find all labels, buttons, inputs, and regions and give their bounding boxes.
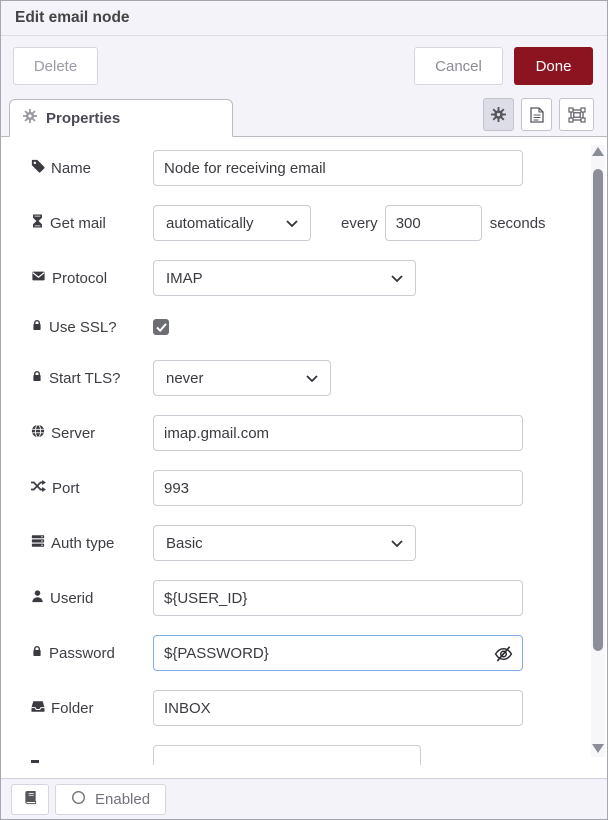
form-row-protocol: Protocol IMAP	[31, 260, 607, 296]
gear-icon	[23, 109, 37, 127]
properties-panel: Name Get mail automatically every second…	[1, 137, 607, 778]
shuffle-icon	[31, 479, 46, 497]
password-field-wrapper	[153, 635, 523, 671]
every-label: every	[341, 215, 378, 232]
server-icon	[31, 534, 45, 552]
protocol-select[interactable]: IMAP	[153, 260, 416, 296]
circle-icon	[71, 790, 86, 809]
password-input[interactable]	[153, 635, 523, 671]
eye-slash-icon[interactable]	[494, 645, 513, 662]
tag-icon	[31, 159, 45, 177]
form-row-authtype: Auth type Basic	[31, 525, 607, 561]
chevron-down-icon	[306, 375, 318, 382]
folder-input[interactable]	[153, 690, 523, 726]
delete-button[interactable]: Delete	[13, 47, 98, 85]
edit-email-node-dialog: Edit email node Delete Cancel Done Prope…	[0, 0, 608, 820]
user-icon	[31, 589, 44, 607]
getmail-select[interactable]: automatically	[153, 205, 311, 241]
inbox-icon	[31, 700, 45, 717]
docs-button[interactable]	[11, 784, 49, 815]
partial-label-icon	[31, 760, 39, 763]
scrollbar[interactable]	[591, 145, 605, 757]
getmail-label: Get mail	[31, 214, 153, 232]
book-icon	[23, 790, 38, 809]
port-input[interactable]	[153, 470, 523, 506]
usessl-checkbox[interactable]	[153, 319, 169, 335]
form-row-getmail: Get mail automatically every seconds	[31, 205, 607, 241]
scrollbar-thumb[interactable]	[593, 169, 603, 651]
authtype-select[interactable]: Basic	[153, 525, 416, 561]
lock-icon	[31, 369, 43, 387]
action-bar: Delete Cancel Done	[1, 36, 607, 96]
envelope-icon	[31, 269, 46, 287]
port-label: Port	[31, 479, 153, 497]
form-row-port: Port	[31, 470, 607, 506]
form-row-usessl: Use SSL?	[31, 315, 607, 339]
userid-label: Userid	[31, 589, 153, 607]
scroll-down-arrow-icon[interactable]	[592, 744, 604, 753]
lock-icon	[31, 318, 43, 336]
starttls-select[interactable]: never	[153, 360, 331, 396]
node-appearance-button[interactable]	[559, 98, 594, 131]
dialog-title: Edit email node	[15, 9, 130, 27]
enabled-label: Enabled	[95, 791, 150, 808]
server-label: Server	[31, 424, 153, 442]
lock-icon	[31, 644, 43, 662]
form-scroll-area: Name Get mail automatically every second…	[1, 137, 607, 765]
protocol-label: Protocol	[31, 269, 153, 287]
form-row-password: Password	[31, 635, 607, 671]
enabled-toggle-button[interactable]: Enabled	[55, 784, 166, 815]
form-row-partial	[31, 745, 607, 765]
password-label: Password	[31, 644, 153, 662]
form-row-server: Server	[31, 415, 607, 451]
properties-gear-button[interactable]	[483, 98, 514, 131]
chevron-down-icon	[286, 220, 298, 227]
form-row-userid: Userid	[31, 580, 607, 616]
interval-input[interactable]	[385, 205, 482, 241]
tab-bar: Properties	[1, 96, 607, 137]
folder-label: Folder	[31, 700, 153, 717]
globe-icon	[31, 424, 45, 442]
starttls-label: Start TLS?	[31, 369, 153, 387]
seconds-label: seconds	[490, 215, 546, 232]
done-button[interactable]: Done	[514, 47, 593, 85]
dialog-header: Edit email node	[1, 1, 607, 36]
usessl-label: Use SSL?	[31, 318, 153, 336]
server-input[interactable]	[153, 415, 523, 451]
form-row-name: Name	[31, 150, 607, 186]
hourglass-icon	[31, 214, 44, 232]
partial-input[interactable]	[153, 745, 421, 765]
tab-toolbar	[483, 98, 594, 131]
form-row-folder: Folder	[31, 690, 607, 726]
scroll-up-arrow-icon[interactable]	[592, 147, 604, 156]
footer-bar: Enabled	[1, 778, 607, 819]
userid-input[interactable]	[153, 580, 523, 616]
chevron-down-icon	[391, 275, 403, 282]
chevron-down-icon	[391, 540, 403, 547]
cancel-button[interactable]: Cancel	[414, 47, 503, 85]
form-row-starttls: Start TLS? never	[31, 360, 607, 396]
name-input[interactable]	[153, 150, 523, 186]
description-file-button[interactable]	[521, 98, 552, 131]
tab-properties-label: Properties	[46, 110, 120, 127]
name-label: Name	[31, 159, 153, 177]
tab-properties[interactable]: Properties	[9, 99, 233, 137]
authtype-label: Auth type	[31, 534, 153, 552]
